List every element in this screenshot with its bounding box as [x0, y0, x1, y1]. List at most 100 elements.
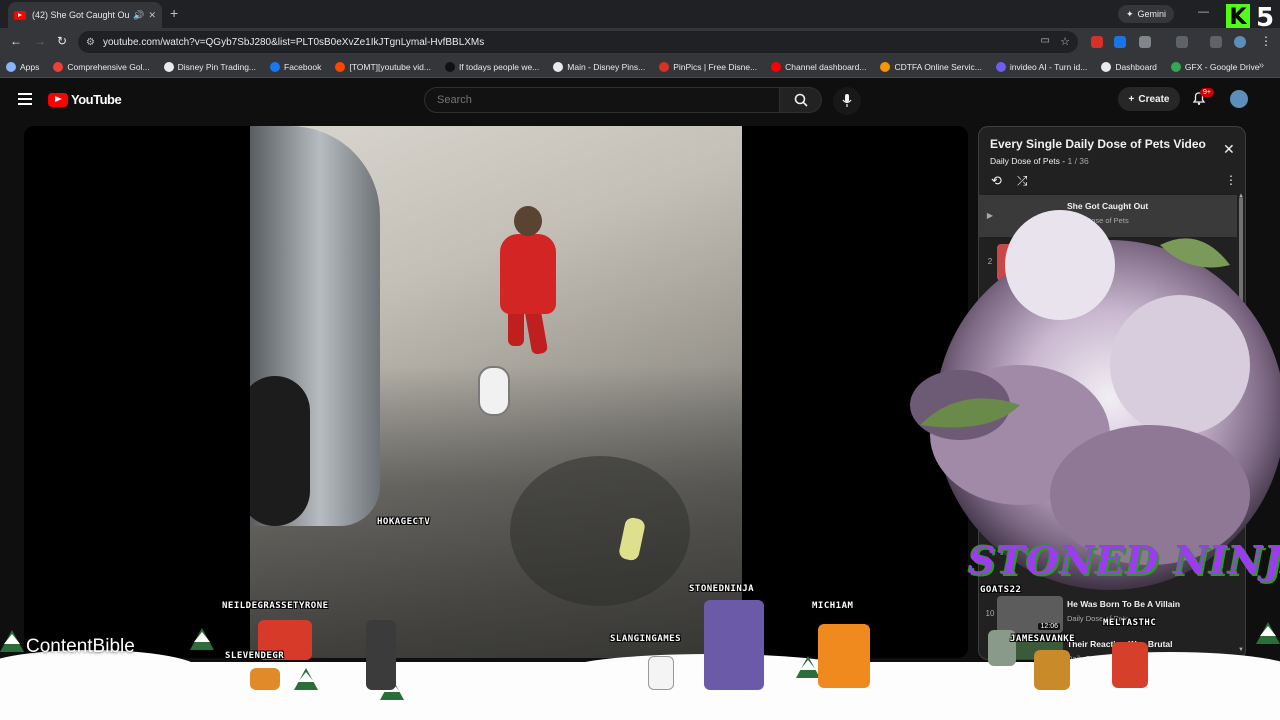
tab-title: (42) She Got Caught Out - YouTube [32, 10, 130, 20]
playlist-item[interactable]: 10 12:06 He Was Born To Be A Villain Daily … [979, 593, 1237, 635]
bookmark-favicon-icon [880, 61, 891, 72]
stoned-ninja-brand: STONED NINJA [968, 538, 1280, 583]
forward-icon[interactable]: → [34, 34, 46, 48]
overlay-name-neil: NEILDEGRASSETYRONE [222, 601, 329, 611]
playlist-item-thumbnail[interactable]: 12:06 [997, 596, 1063, 633]
youtube-masthead: YouTube [0, 78, 1280, 122]
bookmark-item[interactable]: Facebook [270, 61, 322, 72]
extension-blue-icon[interactable] [1114, 36, 1126, 48]
extensions-puzzle-icon[interactable] [1139, 36, 1151, 48]
bookmark-label: Channel dashboard... [785, 61, 867, 72]
bookmark-item[interactable]: GFX - Google Drive [1170, 61, 1260, 72]
playlist-title[interactable]: Every Single Daily Dose of Pets Video [990, 137, 1206, 151]
back-icon[interactable]: ← [10, 34, 22, 48]
bookmark-item[interactable]: Dashboard [1101, 61, 1157, 72]
playlist-position: 1 / 36 [1067, 156, 1089, 166]
overlay-name-goats: GOATS22 [980, 585, 1022, 595]
bookmark-item[interactable]: Apps [6, 61, 40, 72]
tree-icon [190, 628, 214, 650]
shuffle-icon[interactable]: ⤮ [1017, 173, 1027, 189]
bookmark-favicon-icon [335, 61, 346, 72]
install-app-icon[interactable]: ▭ [1041, 35, 1050, 46]
tree-icon [796, 656, 820, 678]
extension-red-icon[interactable] [1091, 36, 1103, 48]
bookmarks-overflow-icon[interactable]: » [1258, 60, 1264, 71]
plus-icon: + [1128, 93, 1135, 105]
bookmark-item[interactable]: Disney Pin Trading... [163, 61, 257, 72]
bookmark-star-icon[interactable]: ☆ [1060, 35, 1070, 48]
cat-sprite [648, 656, 674, 690]
bookmark-item[interactable]: CDTFA Online Servic... [880, 61, 982, 72]
new-tab-button[interactable]: + [170, 5, 178, 21]
bookmark-item[interactable]: invideo AI - Turn id... [995, 61, 1088, 72]
overlay-name-mich: MICH1AM [812, 601, 854, 611]
speaker-icon[interactable]: 🔊 [133, 10, 144, 21]
bookmark-item[interactable]: Channel dashboard... [771, 61, 867, 72]
youtube-logo[interactable]: YouTube [48, 92, 122, 107]
tree-icon [0, 630, 24, 652]
bookmark-label: Facebook [284, 61, 322, 72]
youtube-play-icon [48, 92, 68, 107]
voice-search-button[interactable] [833, 87, 861, 115]
bookmark-favicon-icon [270, 61, 281, 72]
overlay-name-slanging: SLANGINGAMES [610, 634, 682, 644]
address-bar[interactable]: ⚙ youtube.com/watch?v=QGyb7SbJ280&list=P… [78, 31, 1078, 53]
video-player[interactable] [24, 126, 968, 658]
create-button[interactable]: + Create [1118, 87, 1180, 111]
scroll-down-icon[interactable]: ▼ [1238, 647, 1244, 653]
bookmark-item[interactable]: Main - Disney Pins... [553, 61, 645, 72]
browser-tab-active[interactable]: (42) She Got Caught Out - YouTube 🔊 ✕ [8, 2, 162, 28]
playlist-channel[interactable]: Daily Dose of Pets [990, 156, 1060, 166]
gemini-sparkle-icon: ✦ [1126, 8, 1134, 19]
playlist-item-duration: 12:06 [1038, 623, 1060, 630]
overlay-name-james: JAMESAVANKE [1010, 634, 1076, 644]
cannabis-bud-overlay [910, 210, 1280, 590]
bookmark-label: invideo AI - Turn id... [1009, 61, 1088, 72]
bookmark-favicon-icon [553, 61, 564, 72]
bookmark-label: Comprehensive Gol... [67, 61, 150, 72]
gemini-label: Gemini [1137, 9, 1167, 19]
menu-icon[interactable] [18, 93, 32, 105]
bookmark-item[interactable]: Comprehensive Gol... [53, 61, 150, 72]
minimize-icon[interactable]: — [1198, 6, 1209, 18]
url-text: youtube.com/watch?v=QGyb7SbJ280&list=PLT… [102, 36, 485, 48]
reload-icon[interactable]: ↻ [57, 34, 67, 48]
bookmark-favicon-icon [163, 61, 174, 72]
bookmark-label: Apps [20, 61, 40, 72]
cat-figure [478, 366, 510, 416]
chrome-menu-icon[interactable]: ⋮ [1260, 34, 1272, 48]
close-tab-icon[interactable]: ✕ [148, 10, 156, 21]
soldier-sprite [366, 620, 396, 690]
playlist-item-index: 10 [985, 609, 995, 618]
profile-icon[interactable] [1234, 36, 1246, 48]
bookmarks-bar: Apps Comprehensive Gol... Disney Pin Tradi… [0, 56, 1280, 78]
content-bible-label: ContentBible [26, 636, 135, 657]
squirrel-sprite [1112, 642, 1148, 688]
gemini-button[interactable]: ✦ Gemini [1118, 5, 1175, 23]
bookmark-item[interactable]: PinPics | Free Disne... [659, 61, 757, 72]
loop-icon[interactable]: ⟲ [991, 173, 1002, 189]
bookmark-favicon-icon [771, 61, 782, 72]
playlist-item-title: He Was Born To Be A Villain [1067, 599, 1181, 609]
video-frame[interactable] [250, 126, 742, 658]
microphone-icon [842, 94, 852, 107]
bookmark-label: Disney Pin Trading... [177, 61, 257, 72]
site-info-icon[interactable]: ⚙ [86, 37, 95, 48]
close-icon[interactable]: ✕ [1223, 141, 1235, 158]
media-control-icon[interactable] [1210, 36, 1222, 48]
search-input[interactable] [424, 87, 780, 113]
tree-icon [294, 668, 318, 690]
bookmark-favicon-icon [1101, 61, 1112, 72]
browser-tabstrip: (42) She Got Caught Out - YouTube 🔊 ✕ + … [0, 0, 1280, 33]
youtube-wordmark: YouTube [71, 92, 122, 107]
screen: (42) She Got Caught Out - YouTube 🔊 ✕ + … [0, 0, 1280, 720]
sidepanel-icon[interactable] [1176, 36, 1188, 48]
more-options-icon[interactable]: ⋮ [1225, 173, 1237, 187]
bookmark-item[interactable]: If todays people we... [444, 61, 539, 72]
account-avatar[interactable] [1230, 90, 1248, 108]
bookmark-item[interactable]: [TOMT][youtube vid... [335, 61, 431, 72]
tiger-sprite [818, 624, 870, 688]
search-box [424, 87, 824, 113]
fox-sprite [1034, 650, 1070, 690]
search-button[interactable] [780, 87, 822, 113]
